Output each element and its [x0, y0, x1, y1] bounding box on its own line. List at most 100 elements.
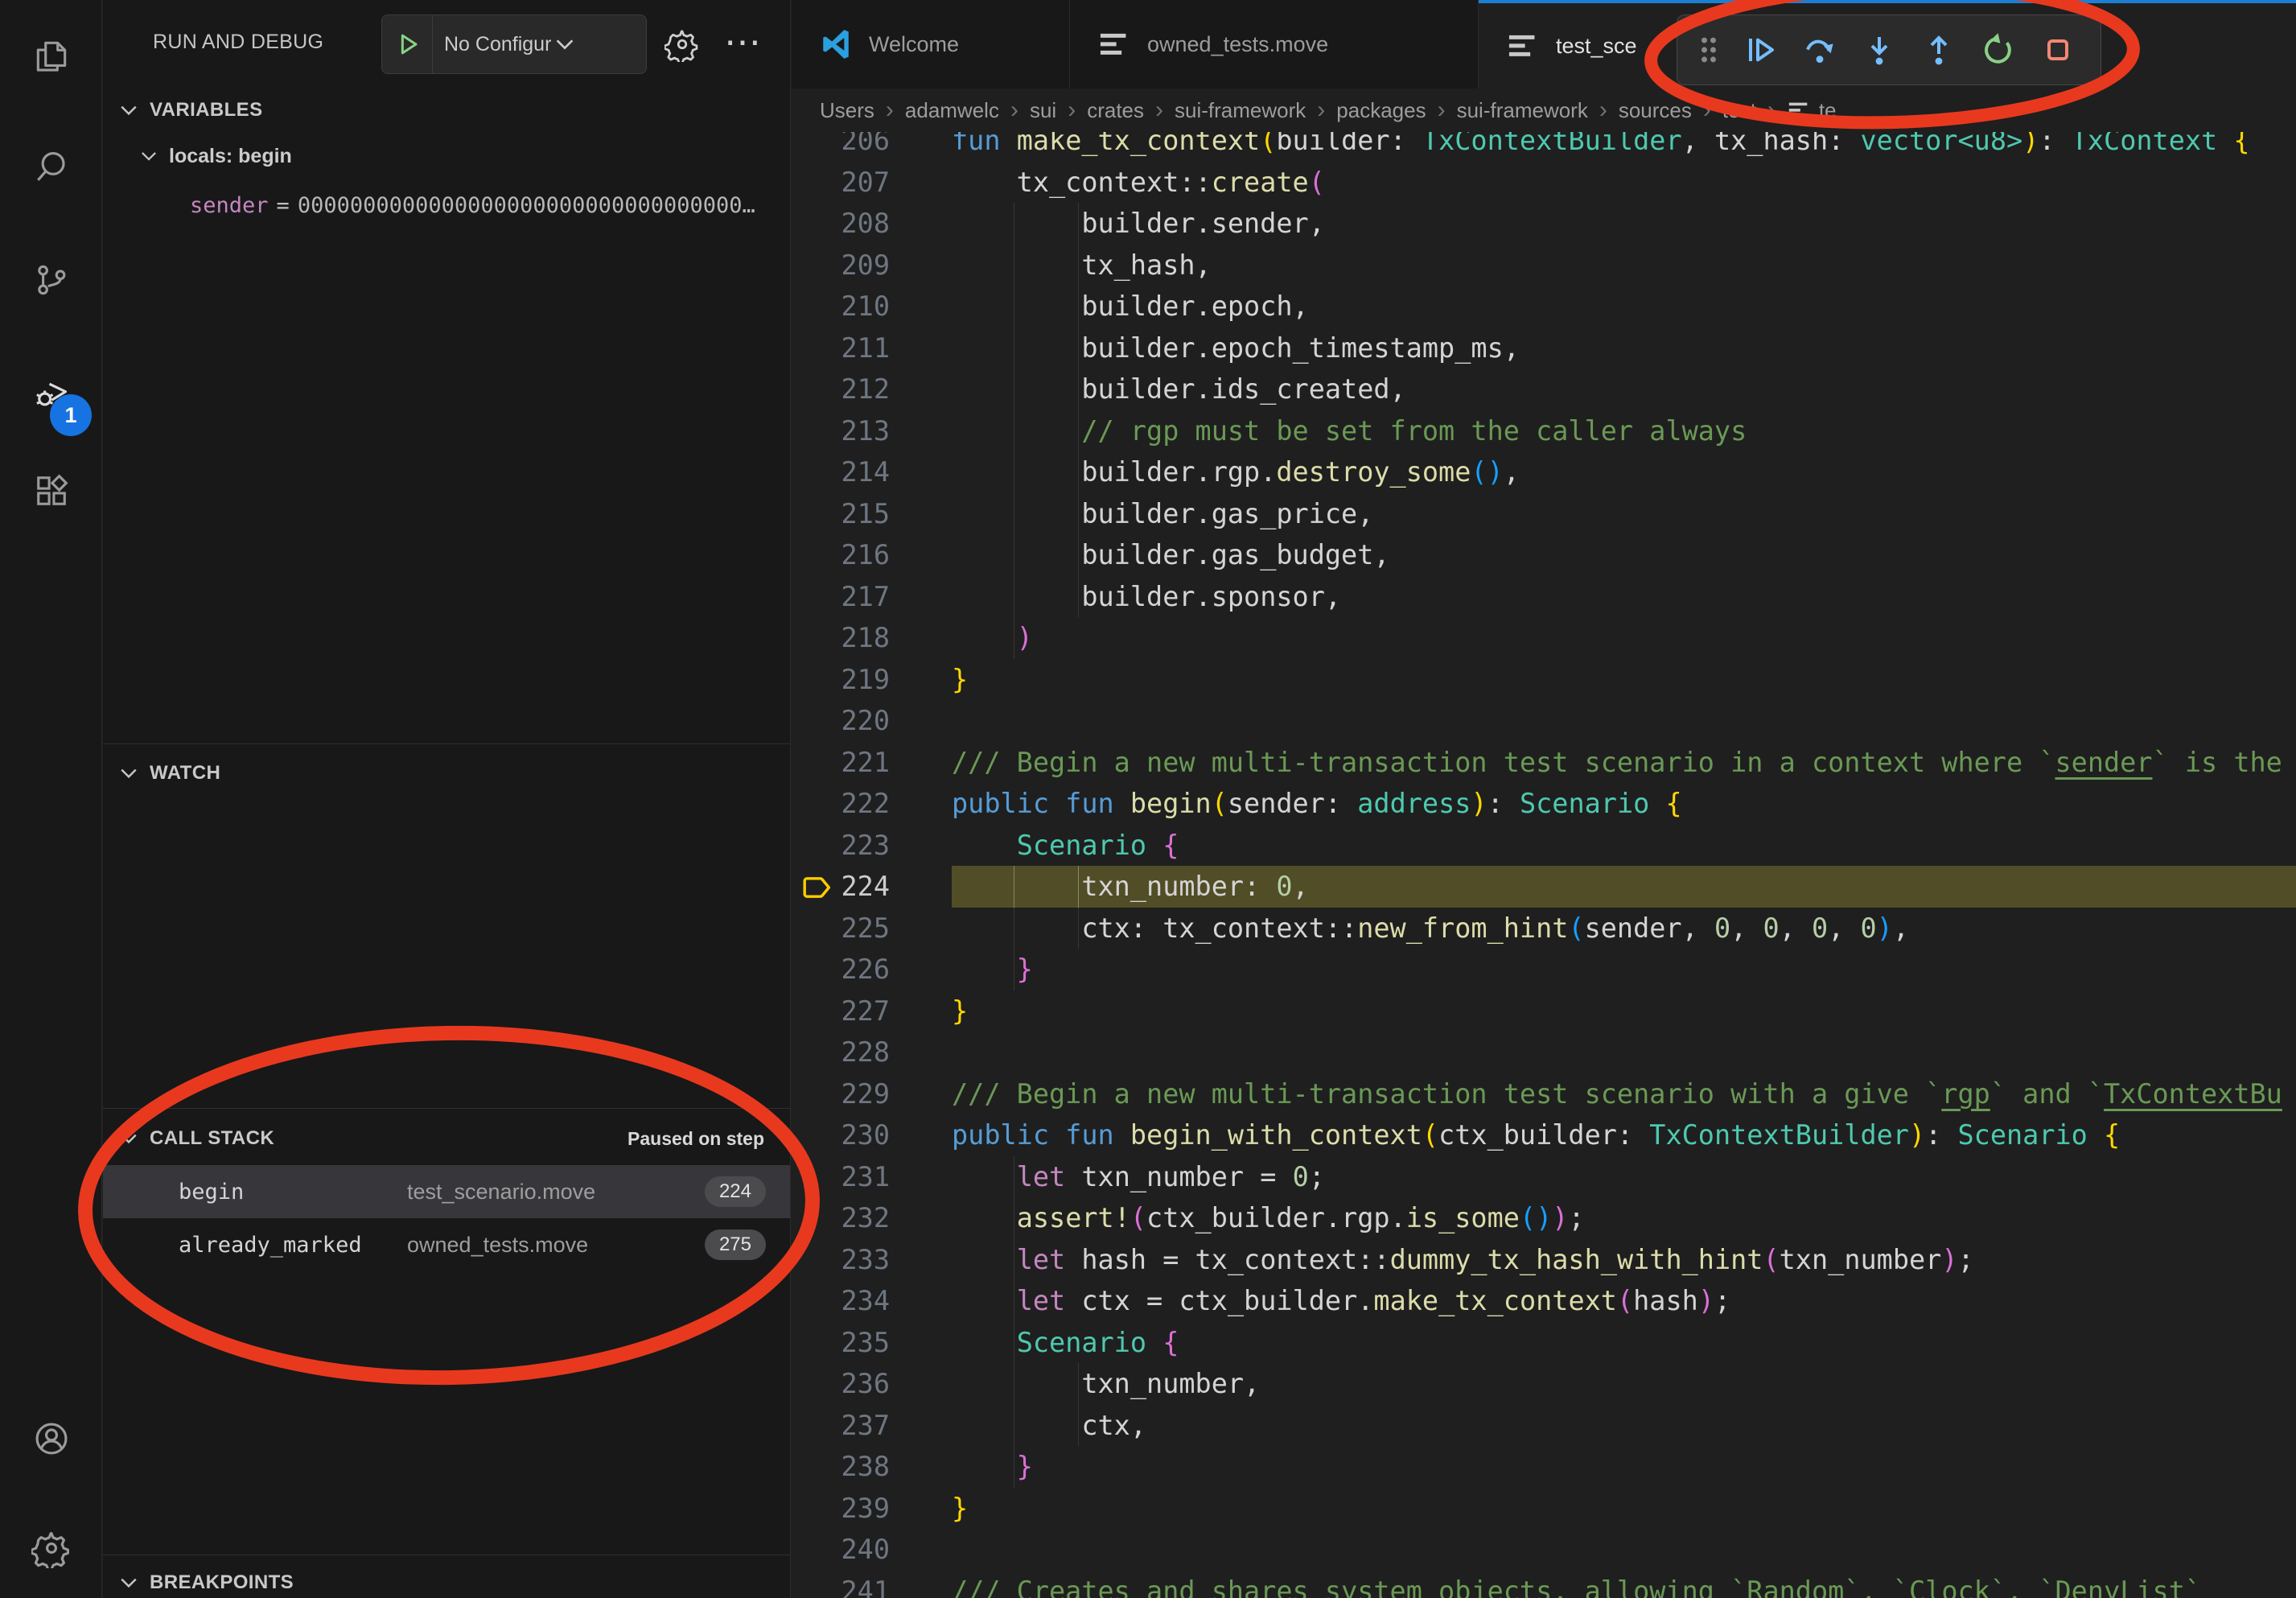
line-number[interactable]: 223: [792, 825, 890, 867]
code-text[interactable]: }: [792, 659, 2296, 701]
restart-button[interactable]: [1973, 24, 2024, 76]
variables-scope-row[interactable]: locals: begin: [103, 137, 790, 175]
line-number[interactable]: 224: [792, 866, 890, 908]
line-number[interactable]: 222: [792, 783, 890, 825]
code-text[interactable]: builder.sponsor,: [792, 576, 2296, 618]
line-number[interactable]: 231: [792, 1156, 890, 1198]
code-text[interactable]: let txn_number = 0;: [792, 1156, 2296, 1198]
line-number[interactable]: 212: [792, 369, 890, 410]
line-number[interactable]: 208: [792, 203, 890, 245]
call-stack-frame-begin[interactable]: begintest_scenario.move224: [103, 1165, 790, 1218]
code-text[interactable]: public fun begin(sender: address): Scena…: [792, 783, 2296, 825]
code-text[interactable]: builder.epoch_timestamp_ms,: [792, 327, 2296, 369]
line-number[interactable]: 235: [792, 1322, 890, 1364]
breadcrumb-segment[interactable]: sui-framework: [1175, 98, 1306, 123]
step-over-button[interactable]: [1794, 24, 1845, 76]
call-stack-frame-already-marked[interactable]: already_markedowned_tests.move275: [103, 1218, 790, 1271]
watch-section-header[interactable]: WATCH: [103, 753, 790, 793]
line-number[interactable]: 241: [792, 1571, 890, 1598]
line-number[interactable]: 239: [792, 1488, 890, 1530]
code-text[interactable]: txn_number,: [792, 1363, 2296, 1405]
line-number[interactable]: 210: [792, 286, 890, 327]
line-number[interactable]: 228: [792, 1032, 890, 1073]
breadcrumb-segment[interactable]: test: [1722, 98, 1756, 123]
line-number[interactable]: 226: [792, 949, 890, 991]
line-number[interactable]: 240: [792, 1529, 890, 1571]
line-number[interactable]: 216: [792, 534, 890, 576]
activity-account-icon[interactable]: [0, 1400, 102, 1477]
line-number[interactable]: 236: [792, 1363, 890, 1405]
code-text[interactable]: Scenario {: [792, 1322, 2296, 1364]
line-number[interactable]: 238: [792, 1446, 890, 1488]
breadcrumb-segment[interactable]: sui-framework: [1457, 98, 1588, 123]
code-text[interactable]: public fun begin_with_context(ctx_builde…: [792, 1114, 2296, 1156]
line-number[interactable]: 232: [792, 1197, 890, 1239]
line-number[interactable]: 233: [792, 1239, 890, 1281]
activity-settings-gear-icon[interactable]: [0, 1509, 102, 1587]
code-text[interactable]: }: [792, 949, 2296, 991]
line-number[interactable]: 229: [792, 1073, 890, 1115]
code-text[interactable]: assert!(ctx_builder.rgp.is_some());: [792, 1197, 2296, 1239]
breadcrumb-file[interactable]: te: [1819, 98, 1837, 123]
line-number[interactable]: 218: [792, 617, 890, 659]
code-text[interactable]: /// Begin a new multi-transaction test s…: [792, 1073, 2296, 1115]
line-number[interactable]: 237: [792, 1405, 890, 1447]
line-number[interactable]: 230: [792, 1114, 890, 1156]
breadcrumb-segment[interactable]: sources: [1619, 98, 1692, 123]
line-number[interactable]: 211: [792, 327, 890, 369]
play-icon[interactable]: [392, 28, 424, 60]
breadcrumb-segment[interactable]: adamwelc: [905, 98, 999, 123]
step-out-button[interactable]: [1913, 24, 1965, 76]
code-text[interactable]: tx_context::create(: [792, 162, 2296, 204]
code-text[interactable]: builder.gas_budget,: [792, 534, 2296, 576]
tab-owned-tests-move[interactable]: owned_tests.move: [1070, 0, 1479, 89]
line-number[interactable]: 219: [792, 659, 890, 701]
line-number[interactable]: 234: [792, 1280, 890, 1322]
ellipsis-icon[interactable]: ⋯: [724, 18, 761, 66]
variables-section-header[interactable]: VARIABLES: [103, 90, 790, 130]
tab-welcome[interactable]: Welcome: [792, 0, 1070, 89]
continue-button[interactable]: [1734, 24, 1786, 76]
code-text[interactable]: }: [792, 1446, 2296, 1488]
variable-row[interactable]: sender = 0000000000000000000000000000000…: [190, 187, 755, 224]
code-text[interactable]: }: [792, 1488, 2296, 1530]
breakpoints-section-header[interactable]: BREAKPOINTS: [103, 1563, 790, 1598]
call-stack-section-header[interactable]: CALL STACK Paused on step: [103, 1118, 790, 1159]
code-text[interactable]: builder.rgp.destroy_some(),: [792, 451, 2296, 493]
code-text[interactable]: builder.ids_created,: [792, 369, 2296, 410]
breadcrumb-segment[interactable]: crates: [1087, 98, 1144, 123]
code-text[interactable]: builder.sender,: [792, 203, 2296, 245]
activity-run-debug-icon[interactable]: 1: [0, 354, 102, 431]
code-editor[interactable]: 206fun make_tx_context(builder: TxContex…: [792, 120, 2296, 1598]
line-number[interactable]: 213: [792, 410, 890, 452]
line-number[interactable]: 215: [792, 493, 890, 535]
line-number[interactable]: 220: [792, 700, 890, 742]
activity-files-icon[interactable]: [0, 18, 102, 95]
breadcrumb-segment[interactable]: sui: [1030, 98, 1056, 123]
code-text[interactable]: ): [792, 617, 2296, 659]
code-text[interactable]: builder.epoch,: [792, 286, 2296, 327]
line-number[interactable]: 209: [792, 245, 890, 286]
code-text[interactable]: }: [792, 991, 2296, 1032]
code-text[interactable]: let hash = tx_context::dummy_tx_hash_wit…: [792, 1239, 2296, 1281]
breadcrumb-segment[interactable]: packages: [1336, 98, 1426, 123]
code-text[interactable]: /// Creates and shares system objects, a…: [792, 1571, 2296, 1598]
code-text[interactable]: ctx: tx_context::new_from_hint(sender, 0…: [792, 908, 2296, 949]
step-into-button[interactable]: [1854, 24, 1905, 76]
code-text[interactable]: Scenario {: [792, 825, 2296, 867]
activity-extensions-icon[interactable]: [0, 452, 102, 529]
line-number[interactable]: 207: [792, 162, 890, 204]
line-number[interactable]: 227: [792, 991, 890, 1032]
line-number[interactable]: 217: [792, 576, 890, 618]
activity-source-control-icon[interactable]: [0, 241, 102, 319]
line-number[interactable]: 225: [792, 908, 890, 949]
code-text[interactable]: builder.gas_price,: [792, 493, 2296, 535]
code-text[interactable]: let ctx = ctx_builder.make_tx_context(ha…: [792, 1280, 2296, 1322]
drag-grip-icon[interactable]: [1691, 24, 1726, 76]
activity-search-icon[interactable]: [0, 129, 102, 206]
launch-config-dropdown[interactable]: No Configur: [381, 14, 647, 74]
line-number[interactable]: 221: [792, 742, 890, 784]
code-text[interactable]: /// Begin a new multi-transaction test s…: [792, 742, 2296, 784]
code-text[interactable]: tx_hash,: [792, 245, 2296, 286]
code-text[interactable]: // rgp must be set from the caller alway…: [792, 410, 2296, 452]
